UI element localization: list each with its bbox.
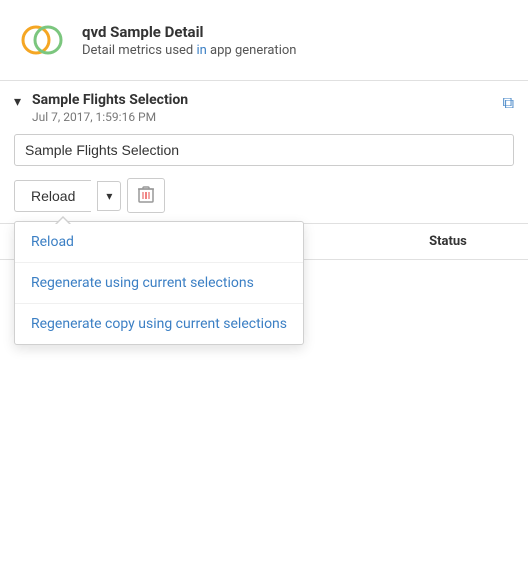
dropdown-arrow-icon: ▾: [106, 189, 112, 203]
input-row: [0, 128, 528, 174]
section-timestamp: Jul 7, 2017, 1:59:16 PM: [32, 110, 188, 124]
subtitle-suffix: app generation: [207, 43, 297, 58]
dropdown-pointer: [55, 216, 71, 224]
app-title: qvd Sample Detail: [82, 23, 296, 41]
header: qvd Sample Detail Detail metrics used in…: [0, 0, 528, 81]
name-input[interactable]: [14, 134, 514, 166]
external-link-icon[interactable]: ⧉: [503, 93, 514, 113]
header-text: qvd Sample Detail Detail metrics used in…: [82, 23, 296, 58]
dropdown-item-regenerate-copy[interactable]: Regenerate copy using current selections: [15, 304, 303, 344]
table-col-status: Status: [368, 224, 528, 259]
dropdown-menu: Reload Regenerate using current selectio…: [14, 221, 304, 345]
regen-item-label: Regenerate using current selections: [31, 275, 254, 291]
reload-button[interactable]: Reload: [14, 180, 91, 212]
subtitle-prefix: Detail metrics used: [82, 43, 196, 58]
section-title: Sample Flights Selection: [32, 91, 188, 109]
subtitle-link: in: [196, 43, 206, 58]
app-subtitle: Detail metrics used in app generation: [82, 43, 296, 58]
chevron-down-icon[interactable]: ▾: [14, 94, 26, 106]
status-header-label: Status: [429, 234, 467, 249]
section-title-group: Sample Flights Selection Jul 7, 2017, 1:…: [32, 91, 188, 124]
delete-button[interactable]: [127, 178, 165, 213]
dropdown-item-regenerate[interactable]: Regenerate using current selections: [15, 263, 303, 304]
button-row: Reload ▾ Reload Regenerate using current…: [0, 174, 528, 223]
reload-dropdown-button[interactable]: ▾: [97, 181, 121, 211]
dropdown-item-reload[interactable]: Reload: [15, 222, 303, 263]
section-title-left: ▾ Sample Flights Selection Jul 7, 2017, …: [14, 91, 188, 124]
section-title-row: ▾ Sample Flights Selection Jul 7, 2017, …: [0, 81, 528, 128]
trash-icon: [138, 185, 154, 206]
app-logo: [16, 14, 68, 66]
regen-copy-item-label: Regenerate copy using current selections: [31, 316, 287, 332]
reload-item-label: Reload: [31, 234, 74, 250]
